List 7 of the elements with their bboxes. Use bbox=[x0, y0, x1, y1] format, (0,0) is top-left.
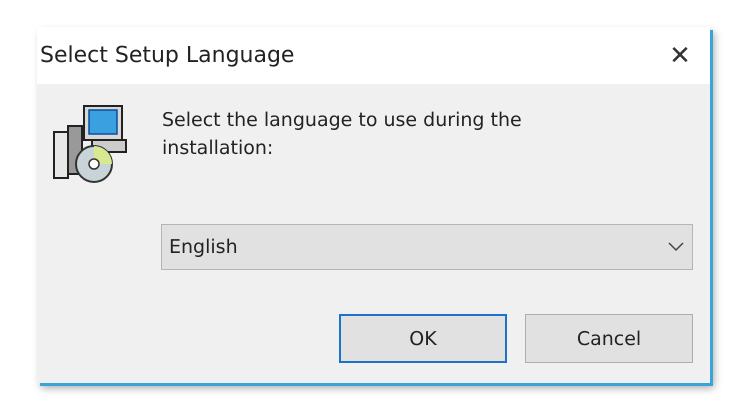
close-button[interactable]: ✕ bbox=[650, 27, 710, 84]
prompt-text: Select the language to use during the installation: bbox=[162, 108, 523, 161]
ok-button[interactable]: OK bbox=[339, 314, 507, 363]
chevron-down-icon bbox=[668, 242, 684, 252]
cancel-button[interactable]: Cancel bbox=[525, 314, 693, 363]
window-title: Select Setup Language bbox=[40, 43, 294, 68]
language-dropdown[interactable]: English bbox=[161, 224, 693, 270]
